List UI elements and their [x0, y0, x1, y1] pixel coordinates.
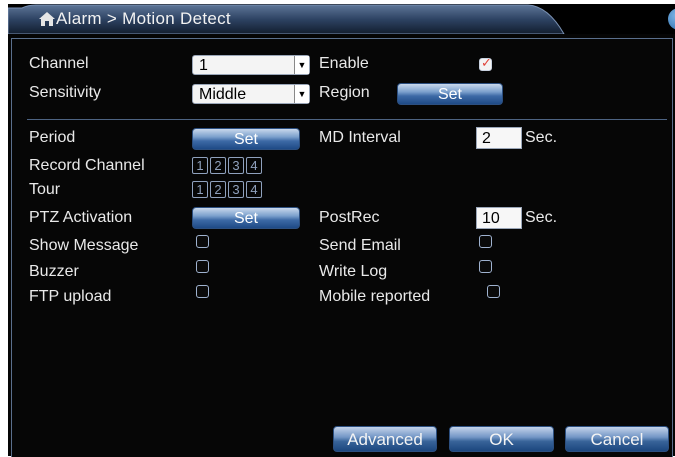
tour-channel-2[interactable]: 2: [210, 181, 226, 198]
md-interval-input[interactable]: 2: [476, 127, 522, 149]
title-bar: Alarm > Motion Detect ×: [8, 4, 675, 34]
record-channel-1[interactable]: 1: [192, 157, 208, 174]
tour-channel-3[interactable]: 3: [228, 181, 244, 198]
check-icon: ✓: [481, 55, 492, 70]
section-divider: [27, 119, 667, 120]
record-channel-selector: 1 2 3 4: [192, 157, 262, 174]
sensitivity-value: Middle: [199, 86, 247, 103]
sensitivity-label: Sensitivity: [29, 84, 102, 101]
postrec-unit: Sec.: [525, 209, 558, 226]
channel-label: Channel: [29, 55, 89, 72]
tour-channel-selector: 1 2 3 4: [192, 181, 262, 198]
tour-channel-4[interactable]: 4: [246, 181, 262, 198]
channel-value: 1: [199, 57, 208, 74]
advanced-button[interactable]: Advanced: [333, 426, 437, 452]
ftp-upload-checkbox[interactable]: [196, 285, 209, 298]
tour-channel-1[interactable]: 1: [192, 181, 208, 198]
enable-checkbox[interactable]: ✓: [479, 55, 492, 71]
period-set-button[interactable]: Set: [192, 128, 300, 150]
record-channel-3[interactable]: 3: [228, 157, 244, 174]
record-channel-label: Record Channel: [29, 157, 145, 174]
region-label: Region: [319, 84, 370, 101]
channel-select[interactable]: 1 ▼: [192, 55, 310, 75]
md-interval-label: MD Interval: [319, 129, 401, 146]
buzzer-checkbox[interactable]: [196, 260, 209, 273]
send-email-label: Send Email: [319, 237, 401, 254]
settings-panel: Channel 1 ▼ Enable ✓ Sensitivity Middle …: [11, 38, 673, 457]
send-email-checkbox[interactable]: [479, 235, 492, 248]
write-log-label: Write Log: [319, 263, 388, 280]
record-channel-4[interactable]: 4: [246, 157, 262, 174]
tour-label: Tour: [29, 181, 61, 198]
sensitivity-select[interactable]: Middle ▼: [192, 84, 310, 104]
ptz-set-button[interactable]: Set: [192, 207, 300, 229]
period-label: Period: [29, 129, 76, 146]
chevron-down-icon[interactable]: ▼: [294, 56, 309, 74]
md-interval-unit: Sec.: [525, 129, 558, 146]
mobile-reported-checkbox[interactable]: [487, 285, 500, 298]
enable-label: Enable: [319, 55, 369, 72]
record-channel-2[interactable]: 2: [210, 157, 226, 174]
motion-detect-dialog: Alarm > Motion Detect × Channel 1 ▼ Enab…: [8, 4, 675, 457]
mobile-reported-label: Mobile reported: [319, 288, 431, 305]
postrec-label: PostRec: [319, 209, 380, 226]
close-button[interactable]: ×: [668, 8, 675, 30]
region-set-button[interactable]: Set: [397, 83, 503, 105]
ptz-activation-label: PTZ Activation: [29, 209, 133, 226]
write-log-checkbox[interactable]: [479, 260, 492, 273]
postrec-input[interactable]: 10: [476, 207, 522, 229]
show-message-label: Show Message: [29, 237, 139, 254]
show-message-checkbox[interactable]: [196, 235, 209, 248]
ftp-upload-label: FTP upload: [29, 288, 112, 305]
cancel-button[interactable]: Cancel: [565, 426, 669, 452]
chevron-down-icon[interactable]: ▼: [294, 85, 309, 103]
ok-button[interactable]: OK: [449, 426, 554, 452]
motion-icon: [39, 12, 55, 26]
buzzer-label: Buzzer: [29, 263, 79, 280]
window-title: Alarm > Motion Detect: [56, 9, 231, 28]
